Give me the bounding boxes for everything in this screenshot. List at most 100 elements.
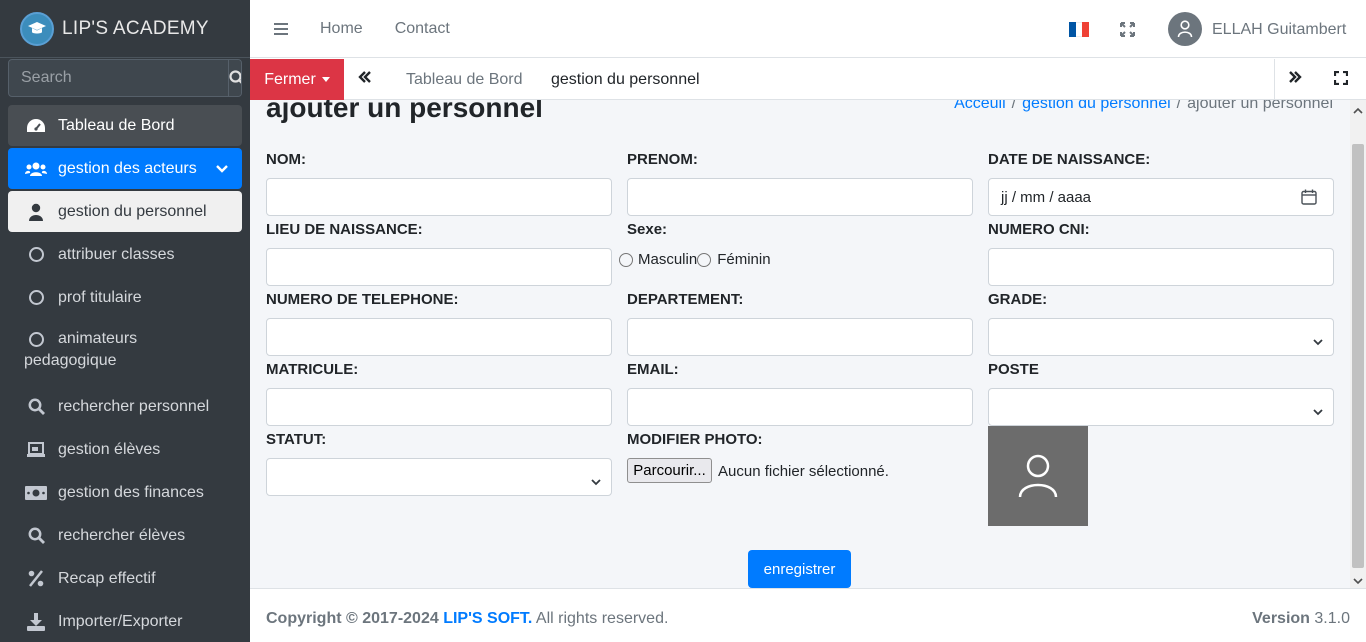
circle-icon [24, 331, 48, 347]
users-icon [24, 161, 48, 177]
departement-label: DEPARTEMENT: [627, 291, 744, 308]
masculin-label: Masculin [638, 251, 698, 268]
sidebar-item-label-cont: pedagogique [24, 352, 117, 369]
fullscreen-icon[interactable] [1120, 22, 1135, 42]
money-icon [24, 485, 48, 500]
page-title: ajouter un personnel [266, 100, 543, 123]
expand-icon[interactable] [1333, 70, 1349, 90]
double-chevron-left-icon[interactable] [358, 70, 372, 89]
email-input[interactable] [627, 388, 973, 426]
avatar[interactable] [1168, 12, 1202, 46]
scroll-up-icon[interactable] [1353, 102, 1363, 120]
sidebar-item-label: attribuer classes [58, 245, 175, 263]
sidebar-item-tableau-de-bord[interactable]: Tableau de Bord [8, 105, 242, 146]
sidebar-item-label: rechercher personnel [58, 397, 210, 415]
double-chevron-right-icon[interactable] [1288, 70, 1302, 89]
sidebar-item-animateurs-pedagogique[interactable]: animateurs pedagogique [8, 320, 242, 384]
tab-tableau-de-bord[interactable]: Tableau de Bord [406, 71, 523, 89]
feminin-radio[interactable] [697, 252, 712, 267]
copyright-prefix: Copyright © 2017-2024 [266, 610, 439, 627]
sidebar-nav: Tableau de Bord gestion des acteurs gest… [0, 105, 250, 642]
chevron-down-icon [216, 160, 228, 178]
sidebar-item-importer-exporter[interactable]: Importer/Exporter [8, 601, 242, 642]
french-flag-icon[interactable] [1069, 22, 1090, 37]
prenom-input[interactable] [627, 178, 973, 216]
save-button[interactable]: enregistrer [748, 550, 851, 588]
search-input[interactable] [9, 60, 228, 96]
tab-divider [1274, 59, 1275, 100]
chevron-down-icon [591, 473, 601, 490]
rights-text: All rights reserved. [535, 610, 669, 627]
brand[interactable]: LIP'S ACADEMY [0, 0, 250, 58]
footer-version: Version 3.1.0 [1252, 610, 1350, 628]
version-label: Version [1252, 610, 1310, 627]
telephone-label: NUMERO DE TELEPHONE: [266, 291, 459, 308]
circle-icon [24, 247, 48, 262]
grade-label: GRADE: [988, 291, 1048, 308]
sidebar-item-gestion-eleves[interactable]: gestion élèves [8, 429, 242, 470]
numero-cni-input[interactable] [988, 248, 1334, 286]
nom-input[interactable] [266, 178, 612, 216]
sidebar-item-recap-effectif[interactable]: Recap effectif [8, 558, 242, 599]
sidebar-item-label: gestion élèves [58, 440, 161, 458]
sidebar-item-label: prof titulaire [58, 288, 142, 306]
tab-gestion-du-personnel[interactable]: gestion du personnel [551, 71, 700, 89]
sidebar-item-label: Importer/Exporter [58, 612, 183, 630]
sidebar-item-rechercher-personnel[interactable]: rechercher personnel [8, 386, 242, 427]
sidebar-search [8, 59, 242, 97]
sidebar-item-gestion-des-acteurs[interactable]: gestion des acteurs [8, 148, 242, 189]
scroll-thumb[interactable] [1352, 144, 1364, 568]
photo-preview [988, 426, 1088, 526]
date-naissance-input[interactable]: jj / mm / aaaa [988, 178, 1334, 216]
caret-down-icon [321, 77, 330, 82]
sidebar-item-rechercher-eleves[interactable]: rechercher élèves [8, 515, 242, 556]
lieu-naissance-label: LIEU DE NAISSANCE: [266, 221, 423, 238]
sidebar-item-label: gestion du personnel [58, 202, 207, 220]
sexe-label: Sexe: [627, 221, 668, 238]
grade-select[interactable] [988, 318, 1334, 356]
sidebar-item-attribuer-classes[interactable]: attribuer classes [8, 234, 242, 275]
breadcrumb-home-link[interactable]: Acceuil [954, 100, 1006, 112]
departement-input[interactable] [627, 318, 973, 356]
date-naissance-label: DATE DE NAISSANCE: [988, 151, 1151, 168]
poste-select[interactable] [988, 388, 1334, 426]
breadcrumb-current: ajouter un personnel [1187, 100, 1333, 112]
breadcrumb-personnel-link[interactable]: gestion du personnel [1022, 100, 1171, 112]
sidebar-item-label: Recap effectif [58, 569, 156, 587]
sidebar-item-prof-titulaire[interactable]: prof titulaire [8, 277, 242, 318]
telephone-input[interactable] [266, 318, 612, 356]
feminin-label: Féminin [717, 251, 771, 268]
nom-label: NOM: [266, 151, 306, 168]
search-button[interactable] [228, 60, 241, 96]
nav-link-contact[interactable]: Contact [395, 20, 450, 38]
footer: Copyright © 2017-2024 LIP'S SOFT. All ri… [250, 588, 1366, 642]
matricule-input[interactable] [266, 388, 612, 426]
date-placeholder: jj / mm / aaaa [1001, 188, 1092, 206]
sidebar-item-label: gestion des finances [58, 483, 204, 501]
sidebar-item-gestion-du-personnel[interactable]: gestion du personnel [8, 191, 242, 232]
download-icon [24, 612, 48, 631]
modifier-photo-label: MODIFIER PHOTO: [627, 431, 763, 448]
nav-link-home[interactable]: Home [320, 20, 363, 38]
sidebar-item-label: animateurs [58, 330, 138, 347]
statut-select[interactable] [266, 458, 612, 496]
content-scrollbar[interactable] [1350, 100, 1366, 588]
prenom-label: PRENOM: [627, 151, 698, 168]
browse-button[interactable]: Parcourir... [627, 458, 712, 483]
company-link[interactable]: LIP'S SOFT. [443, 610, 532, 627]
poste-label: POSTE [988, 361, 1039, 378]
masculin-radio[interactable] [619, 252, 633, 267]
chevron-down-icon [1313, 333, 1323, 350]
numero-cni-label: NUMERO CNI: [988, 221, 1090, 238]
close-tabs-button[interactable]: Fermer [250, 59, 344, 100]
user-icon [24, 203, 48, 221]
email-label: EMAIL: [627, 361, 679, 378]
calendar-icon[interactable] [1301, 189, 1317, 209]
user-name[interactable]: ELLAH Guitambert [1212, 21, 1346, 39]
sidebar-item-gestion-des-finances[interactable]: gestion des finances [8, 472, 242, 513]
breadcrumb: Acceuil / gestion du personnel / ajouter un … [954, 100, 1333, 113]
matricule-label: MATRICULE: [266, 361, 359, 378]
lieu-naissance-input[interactable] [266, 248, 612, 286]
version-number: 3.1.0 [1314, 610, 1350, 627]
menu-toggle-icon[interactable] [274, 20, 288, 38]
